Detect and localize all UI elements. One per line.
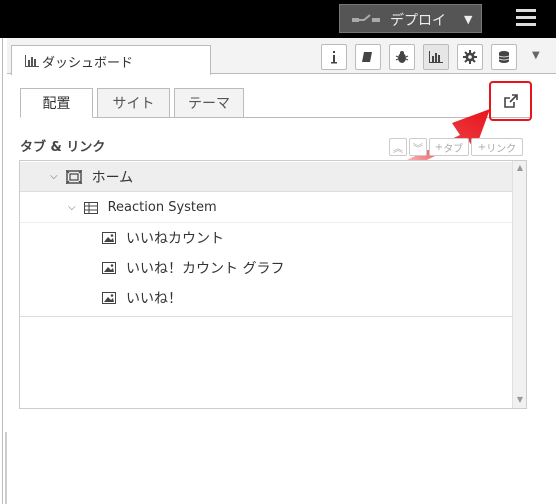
debug-button[interactable] <box>389 44 415 70</box>
tree-widget-label: いいね！ <box>126 291 182 307</box>
add-tab-button[interactable]: + タブ <box>429 138 469 156</box>
image-icon <box>102 262 116 274</box>
image-icon <box>102 292 116 304</box>
tab-frame-icon <box>65 169 82 184</box>
add-link-button[interactable]: + リンク <box>471 138 523 156</box>
tree-widget-row[interactable]: いいねカウント <box>20 223 513 253</box>
database-icon <box>498 51 510 63</box>
double-chevron-down-icon: ︾ <box>413 143 423 155</box>
tab-dashboard[interactable]: ダッシュボード <box>11 45 211 75</box>
divider <box>2 38 3 504</box>
help-book-button[interactable] <box>355 44 381 70</box>
dashboard-button[interactable] <box>423 44 449 70</box>
caret-down-icon[interactable]: ▼ <box>464 13 472 26</box>
tab-dashboard-label: ダッシュボード <box>42 56 134 71</box>
settings-button[interactable] <box>457 44 483 70</box>
book-icon <box>362 52 372 62</box>
info-icon <box>331 51 337 64</box>
tree-widget-row[interactable]: いいね！ <box>20 283 513 313</box>
section-title: タブ & リンク <box>20 140 106 155</box>
double-chevron-up-icon: ︽ <box>393 143 403 155</box>
scroll-up-icon[interactable]: ▲ <box>517 163 523 172</box>
deploy-button[interactable]: デプロイ ▼ <box>339 4 482 33</box>
context-data-button[interactable] <box>491 44 517 70</box>
tree-widget-label: いいね！カウント グラフ <box>126 261 285 277</box>
deploy-label: デプロイ <box>390 13 446 29</box>
info-button[interactable] <box>321 44 347 70</box>
bar-chart-icon <box>429 51 443 63</box>
scrollbar[interactable]: ▲ ▼ <box>512 161 526 408</box>
collapse-all-button[interactable]: ︾ <box>409 138 427 156</box>
expand-all-button[interactable]: ︽ <box>389 138 407 156</box>
image-icon <box>102 232 116 244</box>
tab-layout[interactable]: 配置 <box>20 88 93 118</box>
chevron-down-icon[interactable]: ⌵ <box>68 202 76 213</box>
scroll-down-icon[interactable]: ▼ <box>517 395 523 404</box>
add-tab-label: タブ <box>443 143 464 155</box>
chevron-down-icon[interactable]: ▼ <box>532 50 540 61</box>
table-icon <box>83 201 98 214</box>
tree-group-row[interactable]: ⌵ Reaction System <box>20 193 513 223</box>
top-header-bar: デプロイ ▼ <box>0 0 556 38</box>
tree-group-label: Reaction System <box>107 200 217 215</box>
tree-tab-row[interactable]: ⌵ ホーム <box>20 162 513 192</box>
tree-widget-label: いいねカウント <box>126 231 224 247</box>
deploy-icon <box>352 14 380 22</box>
chevron-down-icon[interactable]: ⌵ <box>50 171 58 182</box>
tab-theme[interactable]: テーマ <box>174 88 244 118</box>
gear-icon <box>463 50 477 64</box>
bar-chart-icon <box>25 55 39 67</box>
tab-site[interactable]: サイト <box>97 88 170 118</box>
resize-handle[interactable] <box>5 432 7 504</box>
tabs-links-tree: ⌵ ホーム ⌵ Reaction System いいねカウント いいね！カウント… <box>19 160 527 409</box>
tree-tab-label: ホーム <box>91 169 134 186</box>
add-link-label: リンク <box>486 143 517 155</box>
bug-icon <box>395 51 409 63</box>
divider <box>20 316 513 317</box>
hamburger-menu-icon[interactable] <box>516 9 536 27</box>
tree-widget-row[interactable]: いいね！カウント グラフ <box>20 253 513 283</box>
